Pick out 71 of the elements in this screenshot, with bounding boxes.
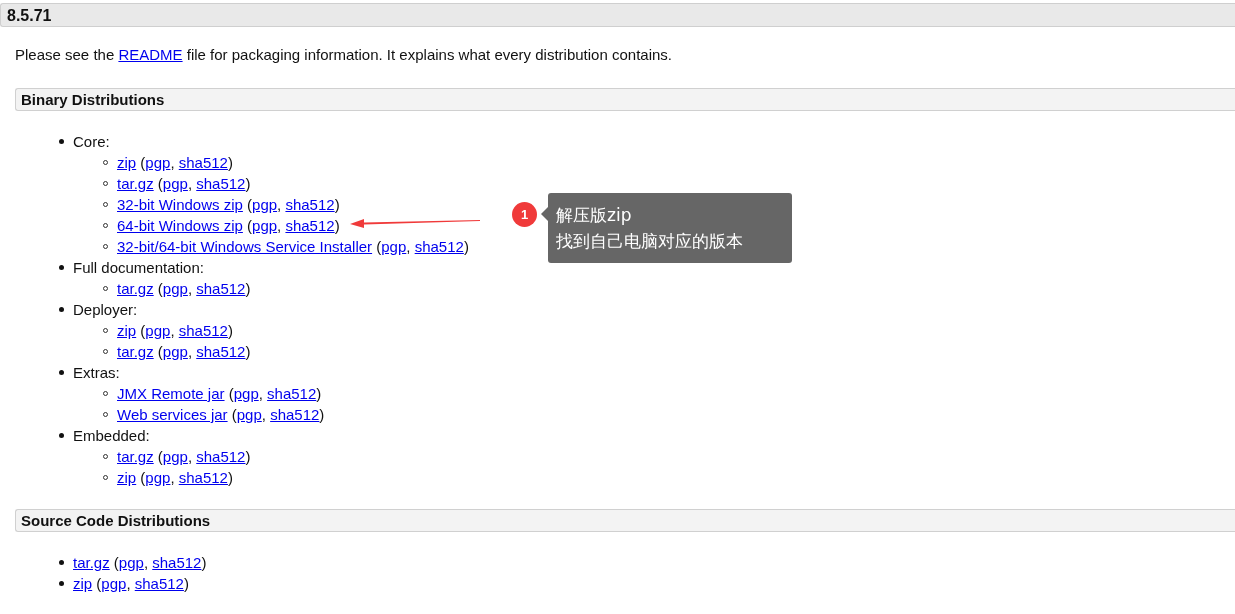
download-line: 32-bit Windows zip (pgp, sha512) bbox=[117, 196, 340, 213]
group-label: Extras: bbox=[73, 364, 120, 381]
bullet-icon bbox=[59, 139, 64, 144]
download-line: Web services jar (pgp, sha512) bbox=[117, 406, 325, 423]
bullet-icon bbox=[59, 265, 64, 270]
download-link[interactable]: tar.gz bbox=[117, 280, 154, 297]
download-link[interactable]: Web services jar bbox=[117, 406, 228, 423]
checksum-link[interactable]: sha512 bbox=[196, 343, 246, 360]
checksum-link[interactable]: sha512 bbox=[285, 217, 335, 234]
pgp-link[interactable]: pgp bbox=[145, 469, 171, 486]
download-link[interactable]: zip bbox=[117, 469, 137, 486]
download-link[interactable]: zip bbox=[117, 154, 137, 171]
callout-text: 找到自己电脑对应的版本 bbox=[556, 230, 744, 253]
download-line: zip (pgp, sha512) bbox=[117, 154, 233, 171]
intro-text: Please see the README file for packaging information. It explains what every distribution contains. bbox=[15, 45, 673, 65]
checksum-link[interactable]: sha512 bbox=[178, 469, 228, 486]
bullet-icon bbox=[59, 560, 64, 565]
pgp-link[interactable]: pgp bbox=[233, 385, 259, 402]
pgp-link[interactable]: pgp bbox=[162, 448, 188, 465]
section-heading: Binary Distributions bbox=[15, 88, 1235, 111]
pgp-link[interactable]: pgp bbox=[118, 554, 144, 571]
download-line: zip (pgp, sha512) bbox=[117, 322, 233, 339]
checksum-link[interactable]: sha512 bbox=[178, 154, 228, 171]
checksum-link[interactable]: sha512 bbox=[196, 175, 246, 192]
checksum-link[interactable]: sha512 bbox=[196, 280, 246, 297]
pgp-link[interactable]: pgp bbox=[162, 343, 188, 360]
download-line: tar.gz (pgp, sha512) bbox=[117, 343, 251, 360]
bullet-icon bbox=[59, 433, 64, 438]
bullet-icon bbox=[59, 581, 64, 586]
bullet-icon bbox=[59, 370, 64, 375]
group-label: Core: bbox=[73, 133, 110, 150]
pgp-link[interactable]: pgp bbox=[145, 322, 171, 339]
bullet-icon bbox=[59, 307, 64, 312]
readme-link[interactable]: README bbox=[118, 46, 183, 63]
download-link[interactable]: tar.gz bbox=[117, 343, 154, 360]
download-link[interactable]: tar.gz bbox=[117, 175, 154, 192]
pgp-link[interactable]: pgp bbox=[236, 406, 262, 423]
download-link[interactable]: 32-bit/64-bit Windows Service Installer bbox=[117, 238, 373, 255]
download-line: zip (pgp, sha512) bbox=[73, 575, 189, 592]
checksum-link[interactable]: sha512 bbox=[134, 575, 184, 592]
group-label: Embedded: bbox=[73, 427, 150, 444]
download-link[interactable]: zip bbox=[117, 322, 137, 339]
group-label: Full documentation: bbox=[73, 259, 204, 276]
group-label: Deployer: bbox=[73, 301, 138, 318]
download-line: zip (pgp, sha512) bbox=[117, 469, 233, 486]
download-line: tar.gz (pgp, sha512) bbox=[117, 175, 251, 192]
download-line: JMX Remote jar (pgp, sha512) bbox=[117, 385, 322, 402]
download-line: 64-bit Windows zip (pgp, sha512) bbox=[117, 217, 340, 234]
checksum-link[interactable]: sha512 bbox=[285, 196, 335, 213]
download-link[interactable]: 32-bit Windows zip bbox=[117, 196, 243, 213]
checksum-link[interactable]: sha512 bbox=[196, 448, 246, 465]
download-link[interactable]: 64-bit Windows zip bbox=[117, 217, 243, 234]
pgp-link[interactable]: pgp bbox=[101, 575, 127, 592]
download-line: 32-bit/64-bit Windows Service Installer (pgp, sha512) bbox=[117, 238, 469, 255]
download-line: tar.gz (pgp, sha512) bbox=[117, 280, 251, 297]
download-link[interactable]: zip bbox=[73, 575, 93, 592]
section-heading: Source Code Distributions bbox=[15, 509, 1235, 532]
download-link[interactable]: tar.gz bbox=[117, 448, 154, 465]
callout-text: 解压版zip bbox=[556, 204, 633, 227]
pgp-link[interactable]: pgp bbox=[145, 154, 171, 171]
checksum-link[interactable]: sha512 bbox=[414, 238, 464, 255]
download-link[interactable]: JMX Remote jar bbox=[117, 385, 225, 402]
step-badge: 1 bbox=[512, 202, 537, 227]
checksum-link[interactable]: sha512 bbox=[152, 554, 202, 571]
download-link[interactable]: tar.gz bbox=[73, 554, 110, 571]
pgp-link[interactable]: pgp bbox=[162, 175, 188, 192]
checksum-link[interactable]: sha512 bbox=[178, 322, 228, 339]
download-line: tar.gz (pgp, sha512) bbox=[117, 448, 251, 465]
pgp-link[interactable]: pgp bbox=[162, 280, 188, 297]
version-heading: 8.5.71 bbox=[0, 3, 1235, 27]
download-line: tar.gz (pgp, sha512) bbox=[73, 554, 207, 571]
